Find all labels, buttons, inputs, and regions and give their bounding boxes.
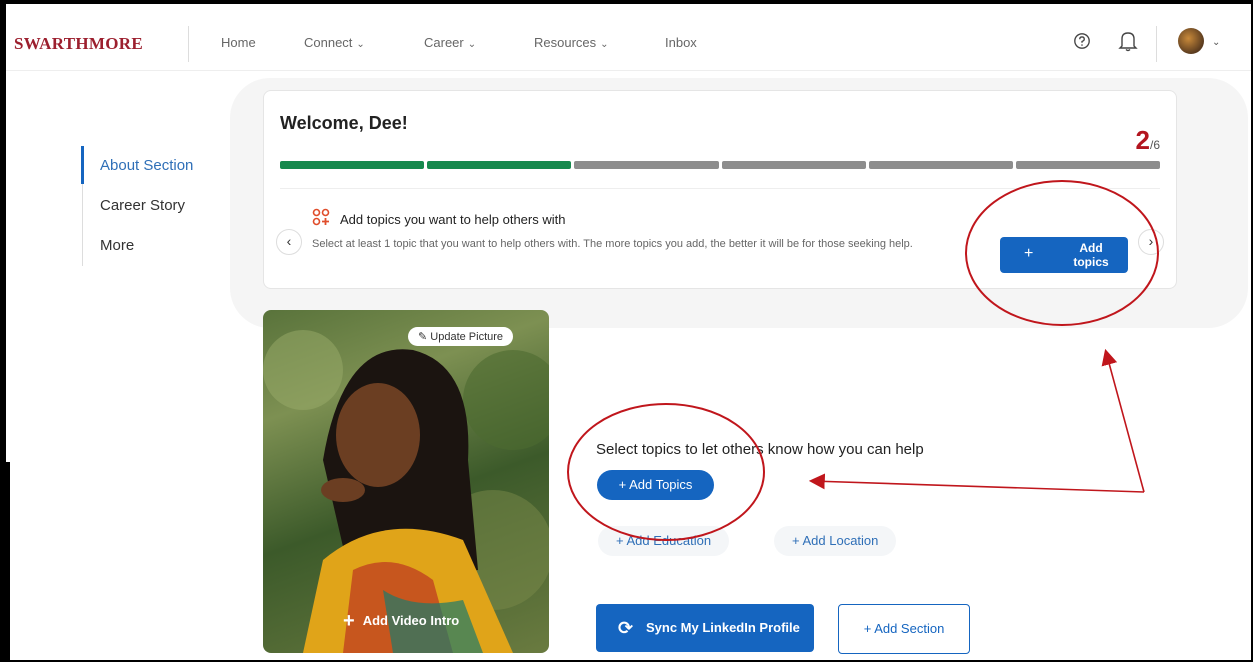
avatar[interactable] bbox=[1178, 28, 1204, 54]
nav-home[interactable]: Home bbox=[221, 35, 256, 50]
sync-linkedin-label: Sync My LinkedIn Profile bbox=[646, 620, 800, 635]
brand-logo[interactable]: SWARTHMORE bbox=[14, 34, 143, 54]
nav-home-label: Home bbox=[221, 35, 256, 50]
welcome-title: Welcome, Dee! bbox=[280, 113, 408, 133]
header-divider bbox=[188, 26, 189, 62]
sync-linkedin-button[interactable]: ⟳ Sync My LinkedIn Profile bbox=[596, 604, 814, 652]
add-topics-button[interactable]: + Add topics bbox=[1000, 237, 1128, 273]
progress-total: /6 bbox=[1149, 138, 1160, 152]
progress-segment bbox=[280, 161, 425, 169]
add-video-intro-button[interactable]: + Add Video Intro bbox=[343, 610, 459, 633]
update-picture-button[interactable]: ✎ Update Picture bbox=[408, 327, 514, 346]
header-divider bbox=[1156, 26, 1157, 62]
plus-icon: + bbox=[343, 610, 355, 632]
add-education-button[interactable]: + Add Education bbox=[598, 526, 730, 556]
profile-photo-illustration bbox=[263, 330, 549, 653]
sidebar-active-indicator bbox=[81, 146, 84, 184]
plus-icon: + bbox=[1024, 245, 1034, 262]
chevron-down-icon: ⌄ bbox=[467, 39, 477, 50]
sidebar-item-about[interactable]: About Section bbox=[100, 157, 193, 174]
nav-career-label: Career bbox=[424, 35, 464, 50]
chevron-down-icon[interactable]: ⌄ bbox=[1212, 37, 1220, 48]
nav-resources[interactable]: Resources ⌄ bbox=[534, 35, 609, 50]
add-video-intro-label: Add Video Intro bbox=[362, 612, 460, 628]
profile-photo: ✎ Update Picture + Add Video Intro bbox=[263, 310, 549, 653]
progress-segment bbox=[721, 161, 866, 169]
add-location-button[interactable]: + Add Location bbox=[774, 526, 897, 556]
chevron-down-icon: ⌄ bbox=[600, 39, 609, 50]
progress-segment bbox=[1015, 161, 1161, 169]
add-topics-button-label: Add topics bbox=[1073, 241, 1109, 269]
progress-segment bbox=[574, 161, 719, 169]
nav-career[interactable]: Career ⌄ bbox=[424, 35, 476, 50]
sidebar-item-career-story[interactable]: Career Story bbox=[100, 197, 185, 214]
card-divider bbox=[280, 188, 1160, 189]
nav-connect[interactable]: Connect ⌄ bbox=[304, 35, 365, 50]
welcome-card: Welcome, Dee! 2/6 ‹ › Add topics you wan… bbox=[263, 90, 1177, 289]
topics-grid-icon bbox=[312, 208, 330, 226]
help-icon[interactable] bbox=[1073, 32, 1091, 50]
carousel-next-button[interactable]: › bbox=[1138, 229, 1164, 255]
progress-segment bbox=[427, 161, 572, 169]
frame-left-notch bbox=[6, 462, 10, 662]
sync-icon: ⟳ bbox=[618, 618, 634, 638]
annotation-arrow-left bbox=[808, 473, 1145, 493]
top-header: SWARTHMORE Home Connect ⌄ Career ⌄ Resourc… bbox=[6, 4, 1251, 71]
pencil-icon: ✎ bbox=[418, 331, 431, 343]
nav-connect-label: Connect bbox=[304, 35, 353, 50]
bell-icon[interactable] bbox=[1118, 30, 1138, 52]
progress-counter: 2/6 bbox=[1136, 125, 1160, 156]
update-picture-label: Update Picture bbox=[430, 331, 504, 343]
sidebar-item-more[interactable]: More bbox=[100, 237, 134, 254]
annotation-arrow-up bbox=[1101, 348, 1145, 493]
tip-title: Add topics you want to help others with bbox=[340, 212, 566, 227]
carousel-prev-button[interactable]: ‹ bbox=[276, 229, 302, 255]
nav-resources-label: Resources bbox=[534, 35, 597, 50]
add-topics-pill-button[interactable]: + Add Topics bbox=[597, 470, 714, 500]
nav-inbox-label: Inbox bbox=[665, 35, 697, 50]
help-topics-prompt: Select topics to let others know how you… bbox=[596, 441, 924, 458]
progress-completed: 2 bbox=[1135, 125, 1150, 155]
add-section-button[interactable]: + Add Section bbox=[838, 604, 970, 654]
nav-inbox[interactable]: Inbox bbox=[665, 35, 697, 50]
progress-bar bbox=[280, 161, 1161, 169]
progress-segment bbox=[868, 161, 1013, 169]
tip-description: Select at least 1 topic that you want to… bbox=[312, 238, 913, 250]
chevron-down-icon: ⌄ bbox=[356, 39, 365, 50]
